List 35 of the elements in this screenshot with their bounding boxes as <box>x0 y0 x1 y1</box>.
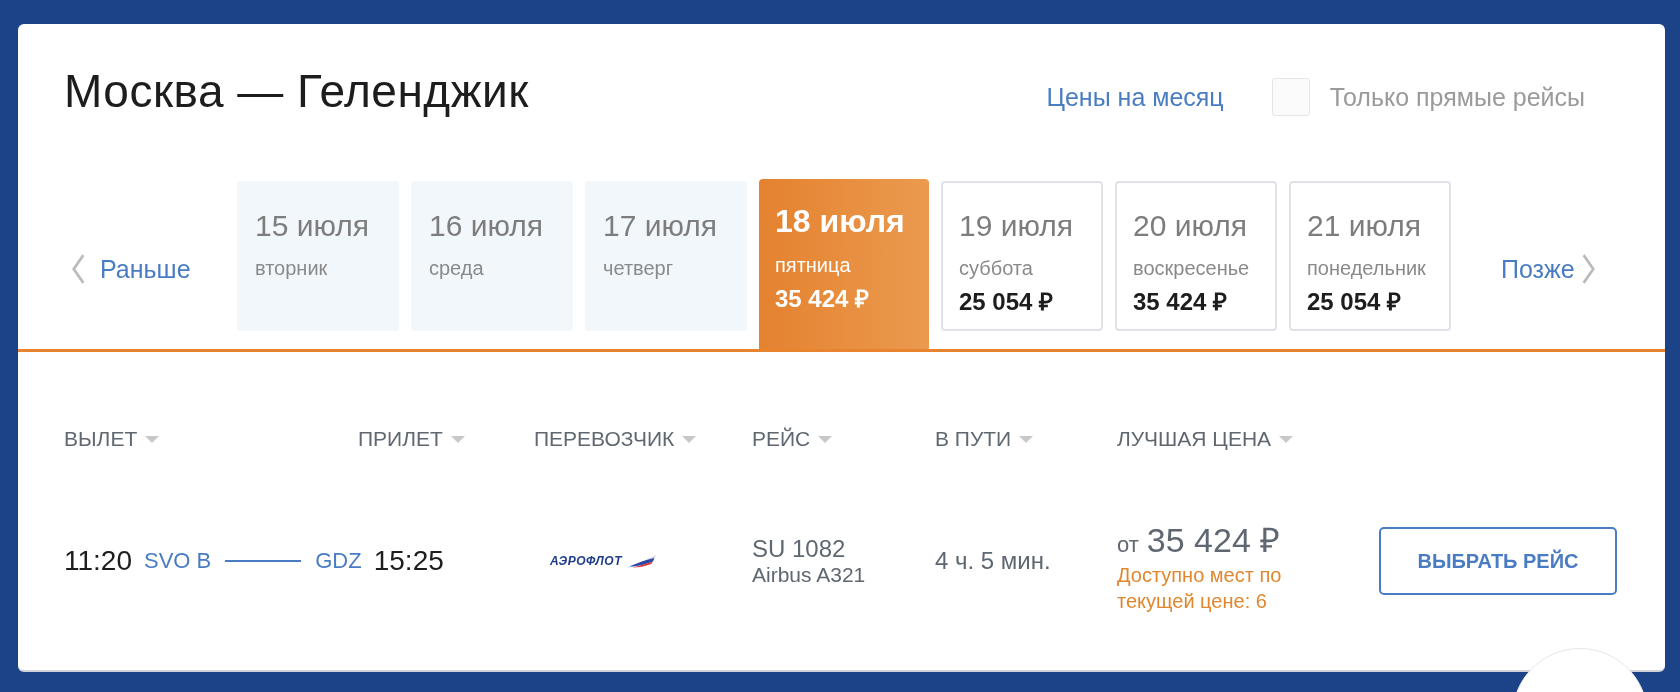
chevron-left-icon <box>70 253 86 285</box>
sort-caret-icon <box>818 435 833 443</box>
seats-note: Доступно мест по текущей цене: 6 <box>1117 563 1283 614</box>
date-tab[interactable]: 20 июля воскресенье 35 424 ₽ <box>1115 181 1277 331</box>
aircraft-type: Airbus A321 <box>752 563 867 587</box>
departure-time: 11:20 <box>64 545 132 577</box>
departure-airport: SVO B <box>144 548 212 574</box>
sort-caret-icon <box>145 435 160 443</box>
route-title: Москва — Геленджик <box>64 64 529 118</box>
column-header[interactable]: ПЕРЕВОЗЧИК <box>534 427 697 451</box>
arrival-time: 15:25 <box>373 545 444 577</box>
sort-caret-icon <box>1019 435 1034 443</box>
date-tab[interactable]: 19 июля суббота 25 054 ₽ <box>941 181 1103 331</box>
direct-flights-checkbox[interactable] <box>1271 78 1310 116</box>
column-header[interactable]: ЛУЧШАЯ ЦЕНА <box>1117 427 1294 451</box>
price: 35 424 ₽ <box>1146 520 1281 561</box>
sort-caret-icon <box>682 435 697 443</box>
flight-duration: 4 ч. 5 мин. <box>935 547 1052 575</box>
column-header[interactable]: РЕЙС <box>752 427 833 451</box>
select-flight-button[interactable]: ВЫБРАТЬ РЕЙС <box>1379 527 1617 595</box>
sort-caret-icon <box>450 435 465 443</box>
airline-logo: АЭРОФЛОТ <box>550 554 622 568</box>
column-header[interactable]: ВЫЛЕТ <box>64 427 160 451</box>
price-prefix: от <box>1117 532 1139 558</box>
column-header[interactable]: ПРИЛЕТ <box>358 427 465 451</box>
later-link[interactable]: Позже <box>1451 189 1631 349</box>
earlier-link[interactable]: Раньше <box>70 189 237 349</box>
direct-flights-label: Только прямые рейсы <box>1329 82 1585 112</box>
column-header[interactable]: В ПУТИ <box>935 427 1034 451</box>
date-tab[interactable]: 21 июля понедельник 25 054 ₽ <box>1289 181 1451 331</box>
month-prices-link[interactable]: Цены на месяц <box>1046 82 1224 112</box>
sort-caret-icon <box>1279 435 1294 443</box>
chevron-right-icon <box>1580 253 1597 285</box>
flight-number: SU 1082 <box>752 535 847 563</box>
arrival-airport: GDZ <box>315 548 362 574</box>
